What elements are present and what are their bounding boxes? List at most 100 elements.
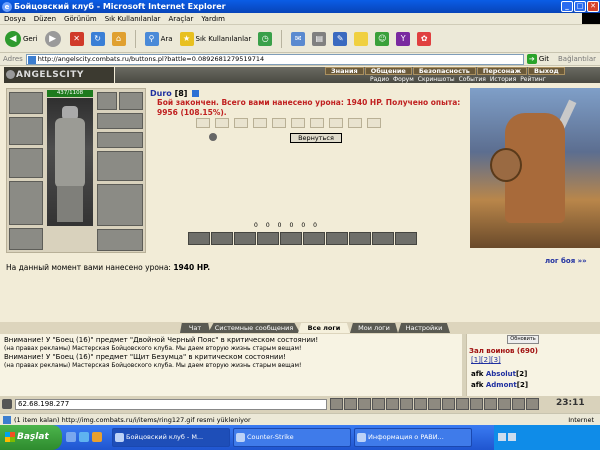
messenger-button[interactable]: ☺ (373, 28, 391, 50)
earring-slot[interactable] (97, 92, 117, 110)
tray-icon[interactable] (508, 433, 516, 441)
roster-player[interactable]: afk Admont[2] (471, 381, 528, 389)
roster-player[interactable]: afk Absolut[2] (471, 370, 527, 378)
action-icon[interactable] (395, 232, 417, 245)
update-button[interactable]: Обновить (507, 335, 539, 344)
tab-my-logs[interactable]: Мои логи (350, 323, 398, 333)
amulet-slot[interactable] (119, 92, 143, 110)
maximize-button[interactable]: □ (574, 1, 586, 12)
chat-input[interactable]: 62.68.198.277 (15, 399, 327, 410)
armor-slot[interactable] (9, 181, 43, 225)
minimize-button[interactable]: _ (561, 1, 573, 12)
media-icon[interactable] (92, 432, 102, 442)
scroll-slot[interactable] (367, 118, 381, 128)
task-info[interactable]: Информация о PAВИ... (354, 428, 472, 447)
scroll-slot[interactable] (272, 118, 286, 128)
forward-button[interactable]: ▶ (43, 28, 65, 50)
helmet-slot[interactable] (9, 92, 43, 114)
action-icon[interactable] (326, 232, 348, 245)
nav-knowledge[interactable]: Знания (325, 67, 364, 75)
nav-security[interactable]: Безопасность (412, 67, 476, 75)
scroll-slot[interactable] (234, 118, 248, 128)
chat-button[interactable] (442, 398, 455, 410)
action-icon[interactable] (280, 232, 302, 245)
nav-character[interactable]: Персонаж (476, 67, 528, 75)
go-button[interactable]: ➔ Git (524, 54, 552, 64)
stop-button[interactable]: ✕ (68, 28, 86, 50)
chat-button[interactable] (526, 398, 539, 410)
menu-tools[interactable]: Araçlar (164, 15, 197, 23)
chat-button[interactable] (386, 398, 399, 410)
chat-button[interactable] (344, 398, 357, 410)
scroll-slot[interactable] (253, 118, 267, 128)
menu-edit[interactable]: Düzen (30, 15, 60, 23)
rings-slot[interactable] (97, 113, 143, 129)
nav-communication[interactable]: Общение (364, 67, 412, 75)
chat-button[interactable] (470, 398, 483, 410)
gloves-slot[interactable] (97, 132, 143, 148)
chat-button[interactable] (456, 398, 469, 410)
return-button[interactable]: Вернуться (290, 133, 342, 143)
chat-button[interactable] (428, 398, 441, 410)
address-input[interactable]: http://angelscity.combats.ru/buttons.pl?… (25, 53, 524, 65)
action-icon[interactable] (303, 232, 325, 245)
boots-slot[interactable] (97, 184, 143, 226)
links-label[interactable]: Bağlantılar (552, 55, 600, 63)
start-button[interactable]: Başlat (0, 425, 62, 450)
msn-button[interactable]: ✿ (415, 28, 433, 50)
action-icon[interactable] (211, 232, 233, 245)
tab-chat[interactable]: Чат (180, 323, 210, 333)
subnav-events[interactable]: События (457, 76, 488, 83)
task-counter-strike[interactable]: Counter-Strike (233, 428, 351, 447)
task-browser[interactable]: Бойцовский клуб - M... (112, 428, 230, 447)
chat-button[interactable] (414, 398, 427, 410)
belt-slot[interactable] (9, 228, 43, 250)
chat-button[interactable] (512, 398, 525, 410)
weapon-slot[interactable] (9, 148, 43, 178)
subnav-screenshots[interactable]: Скриншоты (416, 76, 457, 83)
edit-button[interactable]: ✎ (331, 28, 349, 50)
battle-log-link[interactable]: лог боя »» (545, 257, 587, 265)
player-name[interactable]: Duro (150, 89, 172, 98)
history-button[interactable]: ◷ (256, 28, 274, 50)
tray-icon[interactable] (498, 433, 506, 441)
mail-button[interactable]: ✉ (289, 28, 307, 50)
scroll-slot[interactable] (348, 118, 362, 128)
action-icon[interactable] (188, 232, 210, 245)
roster-page-link[interactable]: [3] (491, 356, 501, 364)
desktop-icon[interactable] (66, 432, 76, 442)
info-icon[interactable] (192, 90, 200, 97)
favorites-button[interactable]: ★ Sık Kullanılanlar (178, 28, 254, 50)
leggings-slot[interactable] (97, 229, 143, 251)
site-logo[interactable]: ANGELSCITY (4, 67, 114, 83)
refresh-button[interactable]: ↻ (89, 28, 107, 50)
bracers-slot[interactable] (9, 117, 43, 145)
tab-settings[interactable]: Настройки (398, 323, 450, 333)
tab-system-messages[interactable]: Системные сообщения (208, 323, 300, 333)
menu-favorites[interactable]: Sık Kullanılanlar (101, 15, 165, 23)
scroll-slot[interactable] (215, 118, 229, 128)
yahoo-button[interactable]: Y (394, 28, 412, 50)
chat-button[interactable] (358, 398, 371, 410)
roster-page-link[interactable]: [2] (481, 356, 491, 364)
back-button[interactable]: ◀ Geri (3, 28, 40, 50)
tab-all-logs[interactable]: Все логи (298, 323, 350, 333)
ie-icon[interactable] (79, 432, 89, 442)
action-icon[interactable] (372, 232, 394, 245)
action-icon[interactable] (349, 232, 371, 245)
scroll-slot[interactable] (291, 118, 305, 128)
search-button[interactable]: ⚲ Ara (143, 28, 175, 50)
chat-button[interactable] (330, 398, 343, 410)
menu-view[interactable]: Görünüm (60, 15, 101, 23)
ad-banner-image[interactable] (470, 88, 600, 248)
nav-exit[interactable]: Выход (528, 67, 565, 75)
chat-button[interactable] (400, 398, 413, 410)
chat-button[interactable] (484, 398, 497, 410)
subnav-rating[interactable]: Рейтинг (518, 76, 548, 83)
chat-button[interactable] (498, 398, 511, 410)
scroll-slot[interactable] (196, 118, 210, 128)
chat-mode-icon[interactable] (2, 399, 12, 409)
action-icon[interactable] (234, 232, 256, 245)
close-button[interactable]: ✕ (587, 1, 599, 12)
home-button[interactable]: ⌂ (110, 28, 128, 50)
